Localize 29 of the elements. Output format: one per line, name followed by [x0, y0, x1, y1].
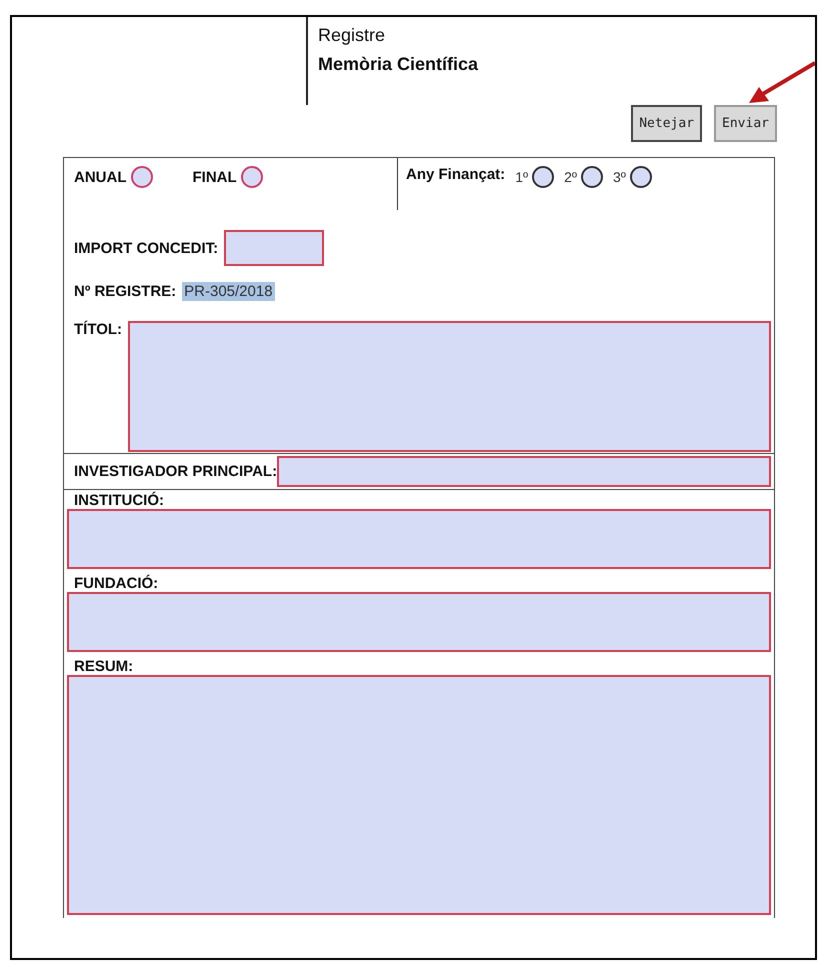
input-field[interactable] [277, 456, 771, 487]
radio-button[interactable] [630, 166, 652, 188]
field-label: INSTITUCIÓ: [73, 492, 164, 509]
option-label: 3º [613, 169, 626, 185]
radio-button[interactable] [130, 166, 152, 188]
registration-number: PR-305/2018 [182, 282, 275, 301]
input-field[interactable] [67, 592, 771, 652]
input-field[interactable] [128, 321, 771, 452]
radio-button[interactable] [532, 166, 554, 188]
option-label: 1º [515, 169, 528, 185]
input-field[interactable] [67, 509, 771, 569]
form-subtitle: Memòria Científica [318, 54, 478, 75]
radio-button[interactable] [581, 166, 603, 188]
submit-button[interactable]: Enviar [714, 105, 777, 142]
field-label: FUNDACIÓ: [73, 575, 158, 592]
field-label: INVESTIGADOR PRINCIPAL: [74, 463, 278, 480]
option-label: ANUAL [74, 168, 126, 186]
field-label: Nº REGISTRE: [74, 283, 176, 300]
option-label: FINAL [192, 168, 237, 186]
input-field[interactable] [224, 230, 324, 266]
field-label: RESUM: [73, 658, 134, 675]
form-title: Registre [318, 25, 386, 46]
field-label: TÍTOL: [74, 321, 122, 340]
clear-button[interactable]: Netejar [631, 105, 702, 142]
option-label: Any Finançat: [406, 166, 506, 183]
input-field[interactable] [67, 675, 771, 915]
option-label: 2º [564, 169, 577, 185]
radio-button[interactable] [240, 166, 263, 188]
field-label: IMPORT CONCEDIT: [74, 240, 218, 256]
